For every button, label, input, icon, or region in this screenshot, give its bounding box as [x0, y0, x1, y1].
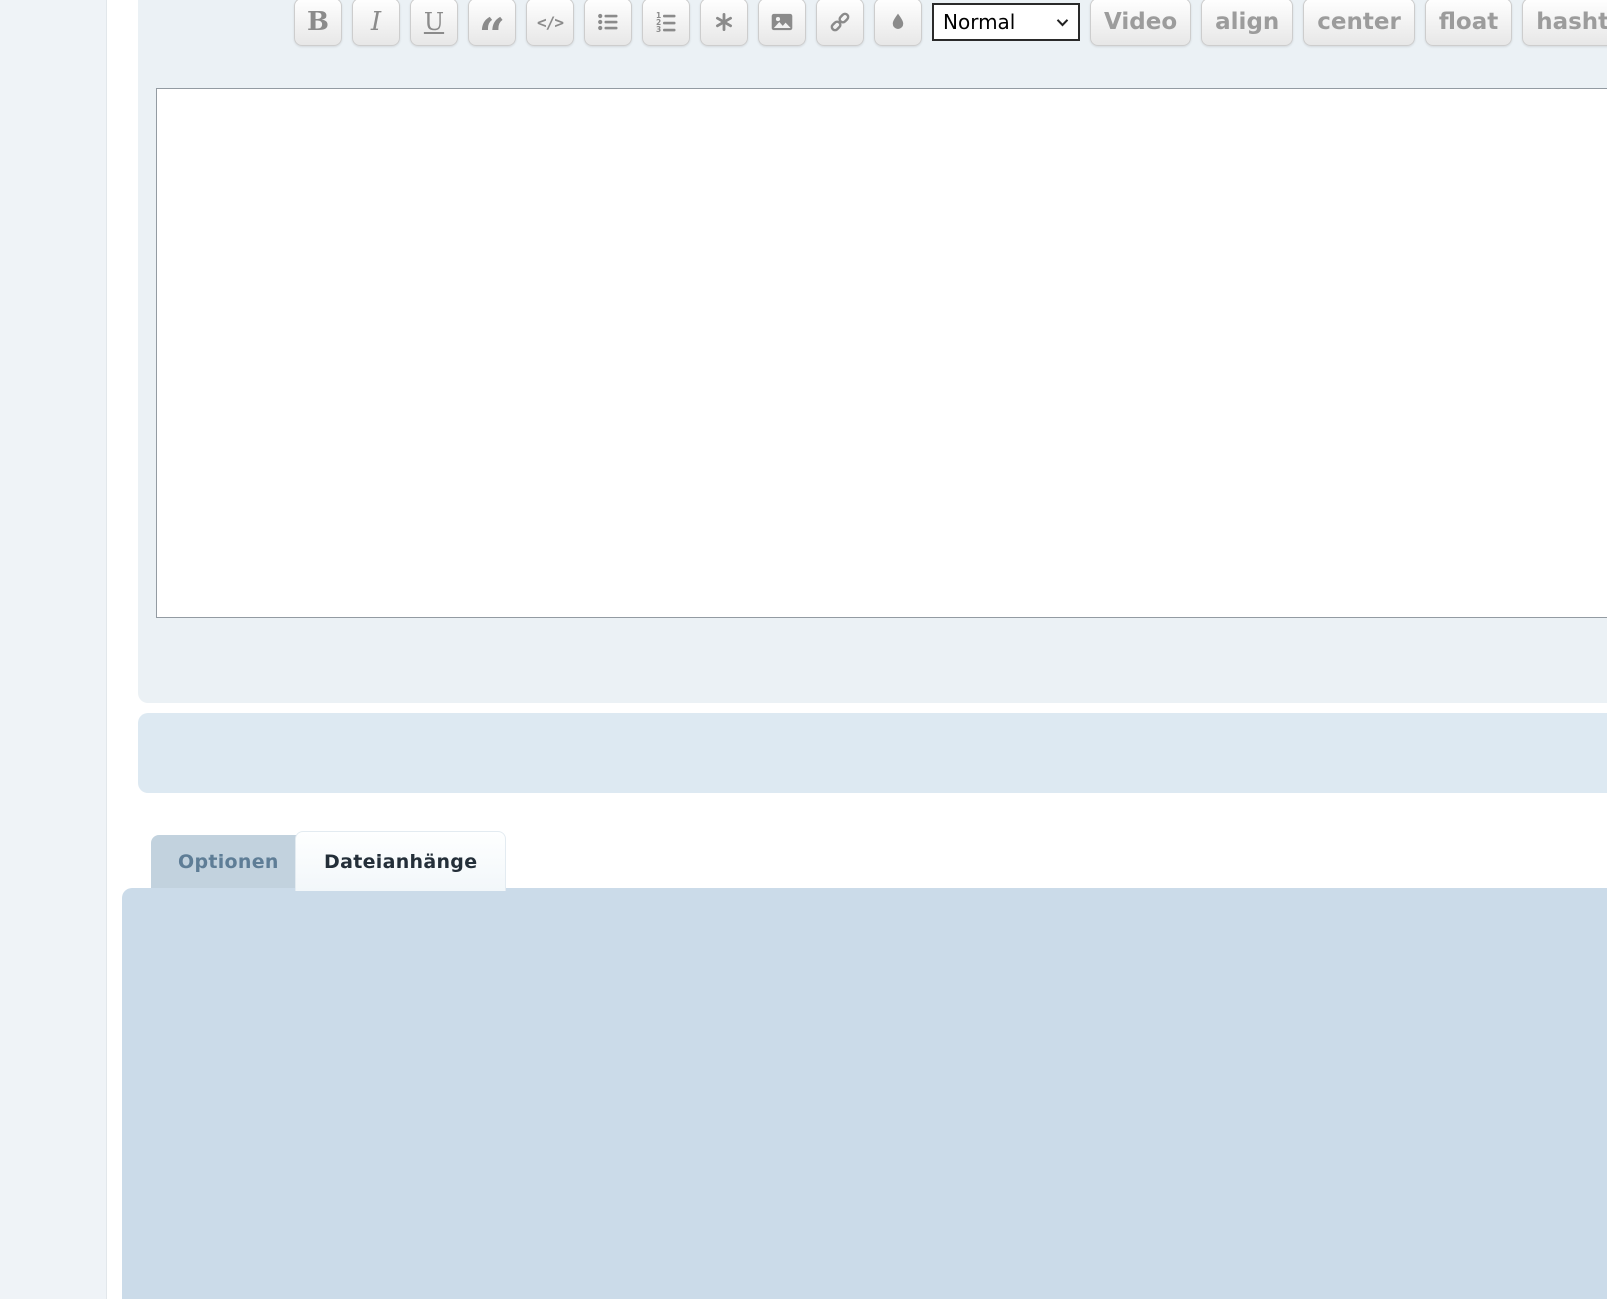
asterisk-button[interactable] [700, 0, 748, 46]
underline-icon: U [424, 0, 444, 46]
attachments-panel: Wenn du eine Datei oder mehrere Dateien … [122, 888, 1607, 1299]
link-button[interactable] [816, 0, 864, 46]
image-icon [769, 9, 795, 35]
asterisk-icon [712, 10, 736, 34]
link-icon [827, 9, 853, 35]
svg-text:3: 3 [656, 25, 661, 34]
post-editor-page: B I U “ </> 1 [0, 0, 1607, 1299]
code-icon: </> [537, 13, 563, 32]
formatting-toolbar: B I U “ </> 1 [294, 0, 1607, 46]
bold-button[interactable]: B [294, 0, 342, 46]
ordered-list-button[interactable]: 1 2 3 [642, 0, 690, 46]
video-button[interactable]: Video [1090, 0, 1191, 46]
tab-attachments[interactable]: Dateianhänge [295, 831, 506, 891]
float-button[interactable]: float [1425, 0, 1512, 46]
message-body-textarea[interactable] [156, 88, 1607, 618]
center-button[interactable]: center [1303, 0, 1415, 46]
tab-options[interactable]: Optionen [151, 835, 306, 888]
ordered-list-icon: 1 2 3 [654, 10, 678, 34]
submit-bar: Entwurf speichern Vorschau Absenden [138, 713, 1607, 793]
code-button[interactable]: </> [526, 0, 574, 46]
format-select[interactable]: Normal [932, 3, 1080, 41]
quote-icon: “ [479, 11, 505, 59]
chevron-down-icon [1056, 18, 1069, 27]
hashtag-button[interactable]: hashtag [1522, 0, 1607, 46]
unordered-list-button[interactable] [584, 0, 632, 46]
unordered-list-icon [596, 10, 620, 34]
color-button[interactable] [874, 0, 922, 46]
color-droplet-icon [887, 11, 909, 33]
italic-button[interactable]: I [352, 0, 400, 46]
italic-icon: I [371, 0, 381, 46]
format-select-value: Normal [943, 10, 1015, 34]
left-gutter [0, 0, 107, 1299]
image-button[interactable] [758, 0, 806, 46]
underline-button[interactable]: U [410, 0, 458, 46]
bold-icon: B [307, 0, 329, 46]
align-button[interactable]: align [1201, 0, 1293, 46]
quote-button[interactable]: “ [468, 0, 516, 46]
